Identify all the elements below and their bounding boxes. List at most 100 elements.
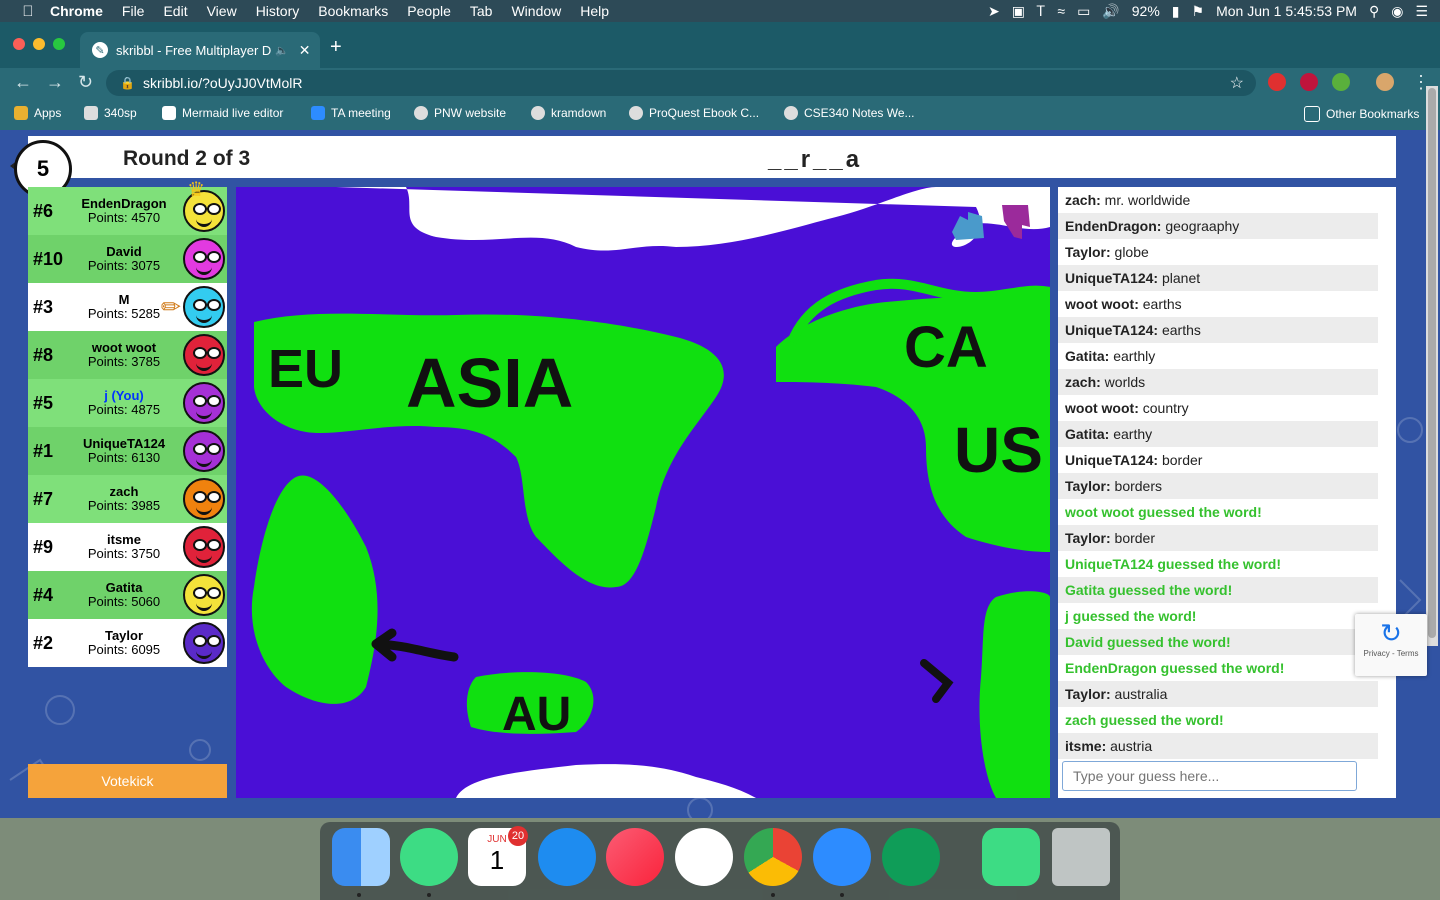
bookmark-cse340[interactable]: CSE340 Notes We... [784, 106, 915, 120]
reload-button[interactable]: ↻ [78, 72, 93, 93]
avatar-eye [207, 251, 221, 263]
label-us: US [954, 414, 1043, 486]
music-icon[interactable] [606, 828, 664, 886]
photos-icon[interactable] [675, 828, 733, 886]
globe-icon [531, 106, 545, 120]
extension-icon-2[interactable] [1300, 73, 1318, 91]
chat-message: j guessed the word! [1058, 603, 1378, 629]
menu-help[interactable]: Help [580, 3, 609, 19]
new-tab-button[interactable]: + [330, 36, 342, 59]
chat-message: UniqueTA124: earths [1058, 317, 1378, 343]
menu-app-name[interactable]: Chrome [50, 3, 103, 19]
player-row[interactable]: #6 EndenDragon Points: 4570 ♛ [28, 179, 227, 235]
back-button[interactable]: ← [14, 72, 32, 93]
player-row[interactable]: #8 woot woot Points: 3785 [28, 331, 227, 379]
player-name: EndenDragon [81, 196, 167, 211]
flag-icon[interactable]: ⚑ [1192, 3, 1205, 20]
bookmark-340sp[interactable]: 340sp [84, 106, 137, 120]
airplay-icon[interactable]: ▭ [1077, 3, 1090, 20]
bookmark-ta-meeting[interactable]: TA meeting [311, 106, 391, 120]
chrome-running-dot [771, 893, 775, 897]
player-row[interactable]: #1 UniqueTA124 Points: 6130 [28, 427, 227, 475]
votekick-button[interactable]: Votekick [28, 764, 227, 798]
menu-edit[interactable]: Edit [163, 3, 187, 19]
hangouts-chat-icon[interactable] [882, 828, 940, 886]
wifi-icon[interactable]: ≈ [1057, 3, 1065, 19]
tab-close-icon[interactable]: ✕ [299, 42, 311, 59]
chat-text: earths [1138, 296, 1182, 312]
scrollbar-thumb[interactable] [1428, 88, 1436, 638]
player-info: Taylor Points: 6095 [74, 629, 174, 657]
window-zoom-button[interactable] [53, 38, 65, 50]
menu-file[interactable]: File [122, 3, 145, 19]
apple-icon[interactable]:  [20, 3, 36, 20]
chat-text: worlds [1100, 374, 1146, 390]
bookmark-pnw[interactable]: PNW website [414, 106, 506, 120]
bookmark-other[interactable]: Other Bookmarks [1304, 106, 1419, 122]
menu-bookmarks[interactable]: Bookmarks [318, 3, 388, 19]
player-row[interactable]: #10 David Points: 3075 [28, 235, 227, 283]
android-studio-icon[interactable] [400, 828, 458, 886]
spotlight-search-icon[interactable]: ⚲ [1369, 3, 1379, 20]
forward-button[interactable]: → [46, 72, 64, 93]
player-row[interactable]: #9 itsme Points: 3750 [28, 523, 227, 571]
profile-avatar[interactable] [1376, 73, 1394, 91]
recaptcha-badge[interactable]: ↻ Privacy - Terms [1355, 614, 1427, 676]
player-avatar [183, 430, 225, 472]
menu-view[interactable]: View [207, 3, 237, 19]
recaptcha-links[interactable]: Privacy - Terms [1355, 649, 1427, 658]
chat-text: country [1138, 400, 1189, 416]
window-close-button[interactable] [13, 38, 25, 50]
word-hint: __r__a [768, 146, 863, 173]
drawing-canvas[interactable]: EU ASIA CA US AU [236, 187, 1052, 798]
extension-icon-3[interactable] [1332, 73, 1350, 91]
page-scrollbar[interactable] [1426, 86, 1438, 646]
player-row[interactable]: #7 zach Points: 3985 [28, 475, 227, 523]
app-store-icon[interactable] [538, 828, 596, 886]
siri-icon[interactable]: ◉ [1391, 3, 1403, 20]
player-row[interactable]: #2 Taylor Points: 6095 [28, 619, 227, 667]
location-icon[interactable]: ➤ [988, 3, 1000, 20]
player-row[interactable]: #3 M Points: 5285 ✏ [28, 283, 227, 331]
bookmark-star-icon[interactable]: ☆ [1230, 73, 1244, 93]
menu-history[interactable]: History [256, 3, 300, 19]
player-rank: #7 [33, 488, 54, 509]
avatar-eye [193, 491, 207, 503]
bluetooth-icon[interactable]: Ꭲ [1037, 3, 1045, 20]
zoom-status-icon[interactable]: ▣ [1012, 3, 1025, 20]
zoom-icon[interactable] [813, 828, 871, 886]
trash-icon[interactable] [1052, 828, 1110, 886]
lock-icon[interactable]: 🔒 [120, 76, 135, 90]
clock-text[interactable]: Mon Jun 1 5:45:53 PM [1216, 3, 1357, 19]
player-points: Points: 3750 [87, 546, 161, 561]
tab-audio-icon[interactable]: 🔈 [275, 44, 289, 57]
round-indicator: Round 2 of 3 [123, 147, 251, 170]
player-row[interactable]: #5 j (You) Points: 4875 [28, 379, 227, 427]
bookmark-mermaid[interactable]: Mermaid live editor [162, 106, 283, 120]
bookmark-apps[interactable]: Apps [14, 106, 61, 120]
volume-icon[interactable]: 🔊 [1102, 3, 1119, 20]
label-eu: EU [268, 339, 343, 399]
menu-window[interactable]: Window [511, 3, 561, 19]
window-minimize-button[interactable] [33, 38, 45, 50]
chat-text: border [1158, 452, 1203, 468]
browser-tab[interactable]: ✎ skribbl - Free Multiplayer D 🔈 ✕ [80, 32, 320, 68]
bookmark-proquest[interactable]: ProQuest Ebook C... [629, 106, 759, 120]
player-rank: #2 [33, 632, 54, 653]
address-bar[interactable]: 🔒 skribbl.io/?oUyJJ0VtMolR ☆ [106, 70, 1256, 96]
guess-input[interactable] [1062, 761, 1357, 791]
finder-icon[interactable] [332, 828, 390, 886]
extension-icon-1[interactable] [1268, 73, 1286, 91]
android-studio-recent-icon[interactable] [982, 828, 1040, 886]
battery-icon[interactable]: ▮ [1172, 3, 1180, 20]
player-row[interactable]: #4 Gatita Points: 5060 [28, 571, 227, 619]
menu-people[interactable]: People [407, 3, 451, 19]
chrome-icon[interactable] [744, 828, 802, 886]
battery-percent[interactable]: 92% [1132, 3, 1160, 19]
notification-center-icon[interactable]: ☰ [1415, 3, 1428, 20]
menu-tab[interactable]: Tab [470, 3, 493, 19]
chat-message: Gatita: earthy [1058, 421, 1378, 447]
bookmark-kramdown[interactable]: kramdown [531, 106, 606, 120]
player-points: Points: 6095 [87, 642, 161, 657]
chat-user: EndenDragon: [1065, 218, 1162, 234]
